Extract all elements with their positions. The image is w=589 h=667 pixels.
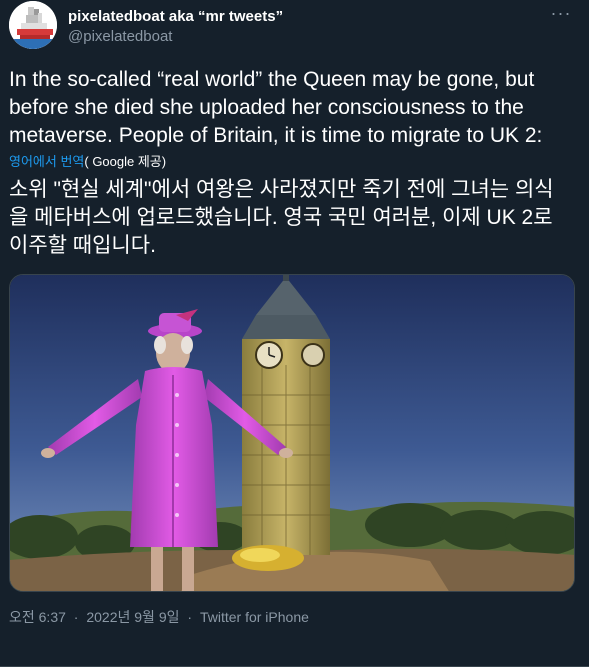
pixel-boat-avatar-icon: [9, 1, 57, 49]
translation-attribution: 영어에서 번역( Google 제공): [9, 153, 573, 171]
tweet: pixelatedboat aka “mr tweets” @pixelated…: [0, 0, 589, 667]
translation-provider: ( Google 제공): [84, 154, 167, 169]
metaverse-queen-bigben-image: [10, 275, 574, 591]
author-names: pixelatedboat aka “mr tweets” @pixelated…: [68, 7, 283, 47]
tweet-source[interactable]: Twitter for iPhone: [200, 609, 309, 625]
avatar[interactable]: [9, 1, 57, 49]
meta-separator: ·: [73, 609, 79, 625]
translate-link[interactable]: 영어에서 번역: [9, 154, 84, 169]
meta-separator-2: ·: [187, 609, 193, 625]
display-name[interactable]: pixelatedboat aka “mr tweets”: [68, 7, 283, 27]
tweet-text: In the so-called “real world” the Queen …: [9, 68, 543, 147]
tweet-time[interactable]: 오전 6:37: [9, 609, 66, 625]
tweet-media[interactable]: [9, 274, 575, 592]
tweet-date[interactable]: 2022년 9월 9일: [86, 609, 179, 625]
more-dots-icon[interactable]: ···: [549, 4, 573, 26]
tweet-meta: 오전 6:37 · 2022년 9월 9일 · Twitter for iPho…: [9, 607, 573, 627]
tweet-translation-text: 소위 "현실 세계"에서 여왕은 사라졌지만 죽기 전에 그녀는 의식을 메타버…: [9, 178, 554, 257]
handle[interactable]: @pixelatedboat: [68, 27, 283, 47]
tweet-header: pixelatedboat aka “mr tweets” @pixelated…: [9, 0, 573, 57]
